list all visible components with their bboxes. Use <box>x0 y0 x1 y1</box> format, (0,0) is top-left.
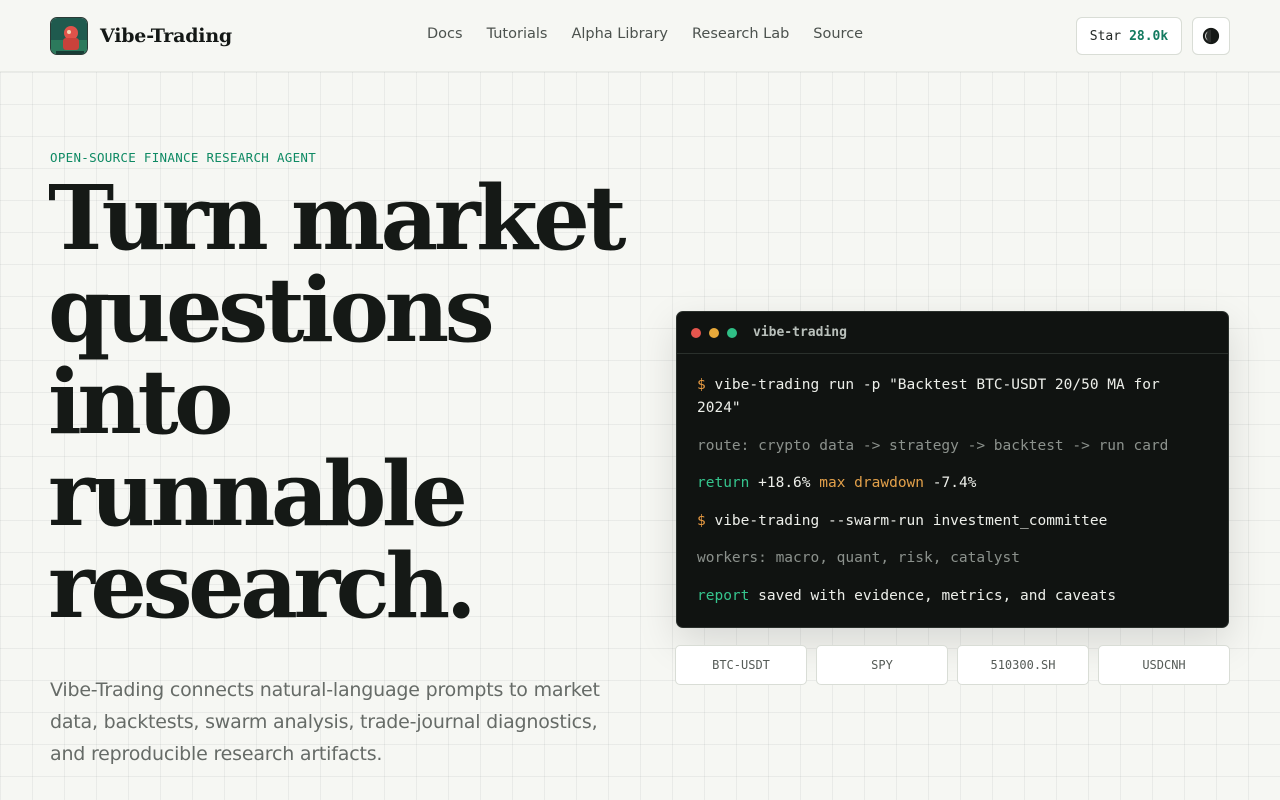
brand-name: Vibe-Trading <box>100 25 233 47</box>
theme-toggle-button[interactable] <box>1192 17 1230 55</box>
chip-btc-usdt[interactable]: BTC-USDT <box>675 645 807 685</box>
maximize-dot-icon <box>727 327 737 338</box>
nav-docs[interactable]: Docs <box>427 26 463 42</box>
terminal-title: vibe-trading <box>753 325 847 340</box>
terminal-line-run: $ vibe-trading run -p "Backtest BTC-USDT… <box>697 374 1208 420</box>
hero-subtext: Vibe-Trading connects natural-language p… <box>50 679 600 765</box>
nav-research-lab[interactable]: Research Lab <box>692 26 789 42</box>
ticker-chips: BTC-USDT SPY 510300.SH USDCNH <box>675 645 1230 685</box>
terminal-line-workers: workers: macro, quant, risk, catalyst <box>697 550 1021 566</box>
terminal-line-route: route: crypto data -> strategy -> backte… <box>697 437 1169 454</box>
command-text: vibe-trading --swarm-run investment_comm… <box>714 512 1108 529</box>
command-text: vibe-trading run -p "Backtest BTC-USDT 2… <box>697 377 1169 416</box>
nav-tutorials[interactable]: Tutorials <box>487 26 548 42</box>
main-nav: Docs Tutorials Alpha Library Research La… <box>427 26 887 42</box>
hero-eyebrow: OPEN-SOURCE FINANCE RESEARCH AGENT <box>50 150 317 165</box>
nav-source[interactable]: Source <box>813 26 863 42</box>
report-key: report <box>697 587 750 604</box>
theme-toggle-icon <box>1202 27 1220 45</box>
github-star-button[interactable]: Star 28.0k <box>1076 17 1182 55</box>
metric-key-return: return <box>697 475 750 491</box>
logo-icon <box>50 17 88 55</box>
star-label: Star <box>1089 28 1122 44</box>
terminal-line-report: report saved with evidence, metrics, and… <box>697 585 1208 608</box>
terminal-titlebar: vibe-trading <box>677 312 1228 354</box>
brand-link[interactable]: Vibe-Trading <box>50 17 232 55</box>
minimize-dot-icon <box>709 327 719 338</box>
star-count: 28.0k <box>1129 28 1169 44</box>
report-value: saved with evidence, metrics, and caveat… <box>758 587 1117 604</box>
terminal-line-metrics: return +18.6% max drawdown -7.4% <box>697 472 1208 495</box>
chip-spy[interactable]: SPY <box>816 645 948 685</box>
prompt-symbol: $ <box>697 512 706 529</box>
metric-key-drawdown: max drawdown <box>819 475 925 491</box>
site-header: Vibe-Trading Docs Tutorials Alpha Librar… <box>0 0 1280 72</box>
prompt-symbol: $ <box>697 377 706 393</box>
nav-alpha-library[interactable]: Alpha Library <box>571 26 668 42</box>
terminal-window: vibe-trading $ vibe-trading run -p "Back… <box>676 311 1229 628</box>
chip-510300-sh[interactable]: 510300.SH <box>957 645 1089 685</box>
metric-value-drawdown: -7.4% <box>932 475 977 491</box>
close-dot-icon <box>691 327 701 338</box>
metric-value-return: +18.6% <box>758 475 811 491</box>
terminal-line-swarm: $ vibe-trading --swarm-run investment_co… <box>697 510 1208 533</box>
terminal-output: $ vibe-trading run -p "Backtest BTC-USDT… <box>677 354 1228 608</box>
hero-headline: Turn market questions into runnable rese… <box>48 165 626 638</box>
chip-usdcnh[interactable]: USDCNH <box>1098 645 1230 685</box>
